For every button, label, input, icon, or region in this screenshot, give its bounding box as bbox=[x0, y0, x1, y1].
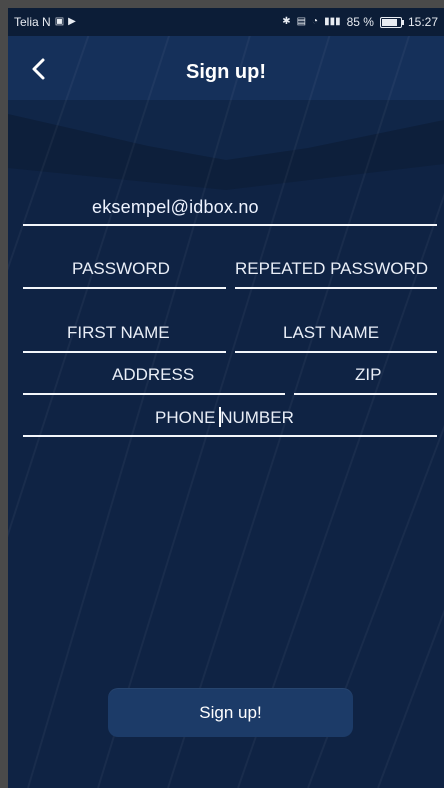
last-name-field[interactable]: LAST NAME bbox=[283, 323, 379, 343]
zip-underline bbox=[294, 393, 437, 395]
signal-icon: ▮▮▮ bbox=[324, 16, 341, 27]
wifi-icon: ◔ bbox=[312, 16, 319, 27]
first-name-field[interactable]: FIRST NAME bbox=[67, 323, 170, 343]
last-name-underline bbox=[235, 351, 437, 353]
status-left: Telia N ▣ ▶ bbox=[14, 15, 76, 29]
repeated-password-field[interactable]: REPEATED PASSWORD bbox=[235, 259, 428, 279]
password-field[interactable]: PASSWORD bbox=[72, 259, 170, 279]
email-field[interactable]: eksempel@idbox.no bbox=[92, 197, 259, 218]
background-pattern bbox=[8, 8, 444, 788]
status-right: ✱ ▤ ◔ ▮▮▮ 85 % 15:27 bbox=[282, 15, 438, 29]
time-label: 15:27 bbox=[407, 15, 438, 29]
password-underline bbox=[23, 287, 226, 289]
play-icon: ▶ bbox=[68, 16, 76, 27]
phone-placeholder-part2: NUMBER bbox=[220, 408, 294, 427]
phone-number-underline bbox=[23, 435, 437, 437]
app-screen: Telia N ▣ ▶ ✱ ▤ ◔ ▮▮▮ 85 % 15:27 Sign up… bbox=[8, 8, 444, 788]
address-field[interactable]: ADDRESS bbox=[112, 365, 194, 385]
media-icon: ▣ bbox=[54, 16, 65, 27]
zip-field[interactable]: ZIP bbox=[355, 365, 381, 385]
phone-number-field[interactable]: PHONE NUMBER bbox=[155, 407, 294, 428]
email-underline bbox=[23, 224, 437, 226]
battery-percent: 85 % bbox=[346, 15, 374, 29]
bluetooth-icon: ✱ bbox=[282, 16, 291, 27]
device-frame: Telia N ▣ ▶ ✱ ▤ ◔ ▮▮▮ 85 % 15:27 Sign up… bbox=[0, 0, 444, 788]
carrier-label: Telia N bbox=[14, 15, 51, 29]
first-name-underline bbox=[23, 351, 226, 353]
address-underline bbox=[23, 393, 285, 395]
phone-placeholder-part1: PHONE bbox=[155, 408, 221, 427]
battery-icon bbox=[379, 16, 404, 28]
volte-icon: ▤ bbox=[296, 16, 307, 27]
sign-up-button[interactable]: Sign up! bbox=[108, 688, 353, 737]
status-bar: Telia N ▣ ▶ ✱ ▤ ◔ ▮▮▮ 85 % 15:27 bbox=[8, 8, 444, 36]
page-title: Sign up! bbox=[186, 61, 266, 83]
repeated-password-underline bbox=[235, 287, 437, 289]
